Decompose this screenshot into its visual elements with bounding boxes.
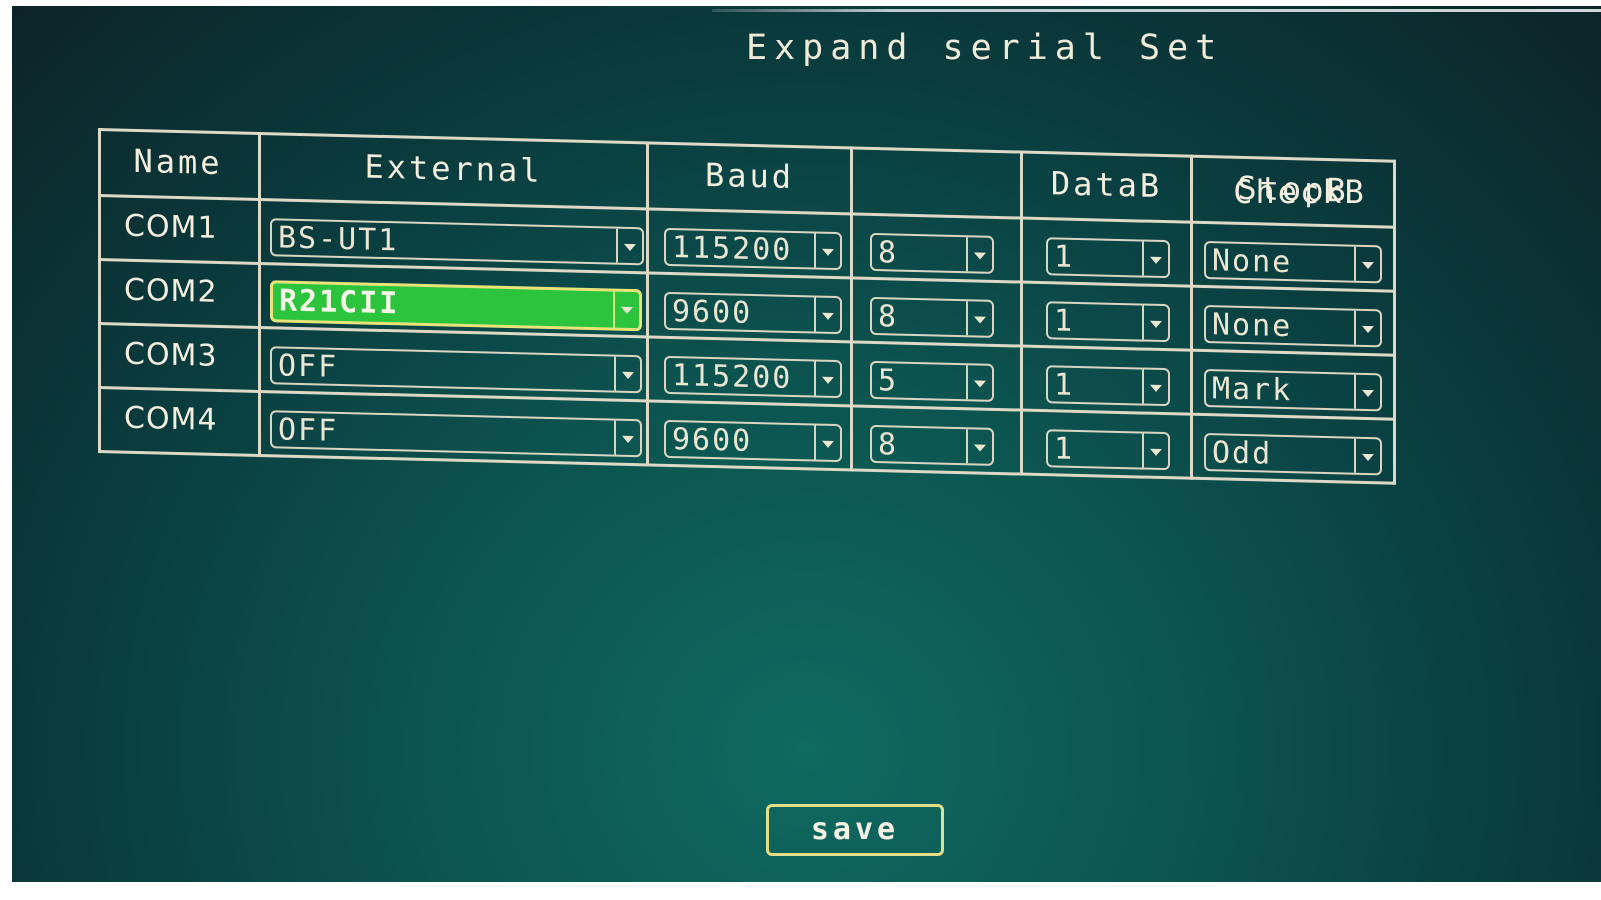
com3-external-select[interactable]: OFF [270, 346, 642, 394]
table-divider [1190, 154, 1193, 480]
chevron-down-icon[interactable] [613, 291, 639, 329]
chevron-down-icon[interactable] [814, 361, 840, 397]
column-header-external: External [364, 147, 543, 190]
save-button[interactable]: save [766, 804, 944, 856]
column-header-baud-spacer [853, 162, 1020, 166]
table-divider [646, 141, 649, 467]
column-header-name: Name [133, 141, 223, 183]
com1-stopb-value: 1 [1054, 239, 1075, 275]
chevron-down-icon[interactable] [1354, 310, 1380, 346]
table-divider [850, 146, 853, 472]
com3-stopb-select[interactable]: 1 [1046, 365, 1170, 407]
chevron-down-icon[interactable] [966, 429, 992, 464]
com2-external-value: R21CII [279, 283, 400, 322]
com1-stopb-select[interactable]: 1 [1046, 237, 1170, 279]
row-label-com3: COM3 [124, 336, 218, 374]
chevron-down-icon[interactable] [966, 365, 992, 400]
com4-external-select[interactable]: OFF [270, 410, 642, 458]
table-border-left [98, 128, 101, 454]
com3-baud-value: 115200 [672, 358, 793, 396]
com1-baud-value: 115200 [672, 230, 793, 268]
com1-checkb-value: None [1212, 243, 1293, 281]
com3-checkb-value: Mark [1212, 371, 1293, 409]
com4-baud-select[interactable]: 9600 [664, 419, 842, 463]
chevron-down-icon[interactable] [1354, 374, 1380, 410]
com2-baud-value: 9600 [672, 294, 753, 331]
table-border-right [1393, 159, 1396, 485]
row-label-com2: COM2 [124, 272, 218, 310]
chevron-down-icon[interactable] [1354, 246, 1380, 282]
com1-datab-value: 8 [878, 235, 899, 271]
chevron-down-icon[interactable] [1142, 241, 1168, 277]
chevron-down-icon[interactable] [814, 297, 840, 333]
table-divider [1020, 150, 1023, 476]
com3-stopb-value: 1 [1054, 367, 1075, 403]
com2-stopb-select[interactable]: 1 [1046, 301, 1170, 343]
com3-datab-select[interactable]: 5 [870, 360, 994, 402]
com3-datab-value: 5 [878, 363, 899, 399]
page-title: Expand serial Set [746, 28, 1224, 68]
com1-datab-select[interactable]: 8 [870, 232, 994, 274]
column-header-datab: DataB [1050, 164, 1163, 206]
chevron-down-icon[interactable] [966, 237, 992, 272]
com1-checkb-select[interactable]: None [1204, 241, 1382, 284]
chevron-down-icon[interactable] [1142, 433, 1168, 469]
com2-checkb-select[interactable]: None [1204, 305, 1382, 348]
com3-external-value: OFF [278, 348, 339, 385]
chevron-down-icon[interactable] [614, 420, 640, 456]
com4-datab-select[interactable]: 8 [870, 424, 994, 466]
com2-baud-select[interactable]: 9600 [664, 291, 842, 335]
com1-external-value: BS-UT1 [278, 220, 399, 259]
com4-external-value: OFF [278, 412, 339, 449]
chevron-down-icon[interactable] [616, 228, 642, 264]
com2-stopb-value: 1 [1054, 303, 1075, 339]
chevron-down-icon[interactable] [1142, 305, 1168, 341]
com4-checkb-select[interactable]: Odd [1204, 433, 1382, 476]
row-label-com1: COM1 [124, 208, 218, 246]
com1-baud-select[interactable]: 115200 [664, 227, 842, 271]
chevron-down-icon[interactable] [614, 356, 640, 392]
com4-stopb-select[interactable]: 1 [1046, 429, 1170, 471]
chevron-down-icon[interactable] [1142, 369, 1168, 405]
row-label-com4: COM4 [124, 400, 218, 438]
column-header-baud: Baud [704, 155, 795, 197]
com3-checkb-select[interactable]: Mark [1204, 369, 1382, 412]
com2-checkb-value: None [1212, 307, 1293, 345]
com2-external-select[interactable]: R21CII [270, 280, 642, 332]
com4-baud-value: 9600 [672, 422, 753, 459]
com2-datab-select[interactable]: 8 [870, 296, 994, 338]
top-divider [712, 9, 1601, 12]
chevron-down-icon[interactable] [1354, 438, 1380, 474]
com4-datab-value: 8 [878, 427, 899, 463]
com4-stopb-value: 1 [1054, 431, 1075, 467]
table-divider [258, 131, 261, 457]
column-header-checkb: CheckB [1233, 173, 1367, 211]
com4-checkb-value: Odd [1212, 435, 1273, 472]
osd-screen: Expand serial Set Name External Baud Dat… [12, 6, 1601, 882]
chevron-down-icon[interactable] [966, 301, 992, 336]
chevron-down-icon[interactable] [814, 233, 840, 269]
com1-external-select[interactable]: BS-UT1 [270, 218, 644, 266]
chevron-down-icon[interactable] [814, 425, 840, 461]
com3-baud-select[interactable]: 115200 [664, 355, 842, 399]
com2-datab-value: 8 [878, 299, 899, 335]
